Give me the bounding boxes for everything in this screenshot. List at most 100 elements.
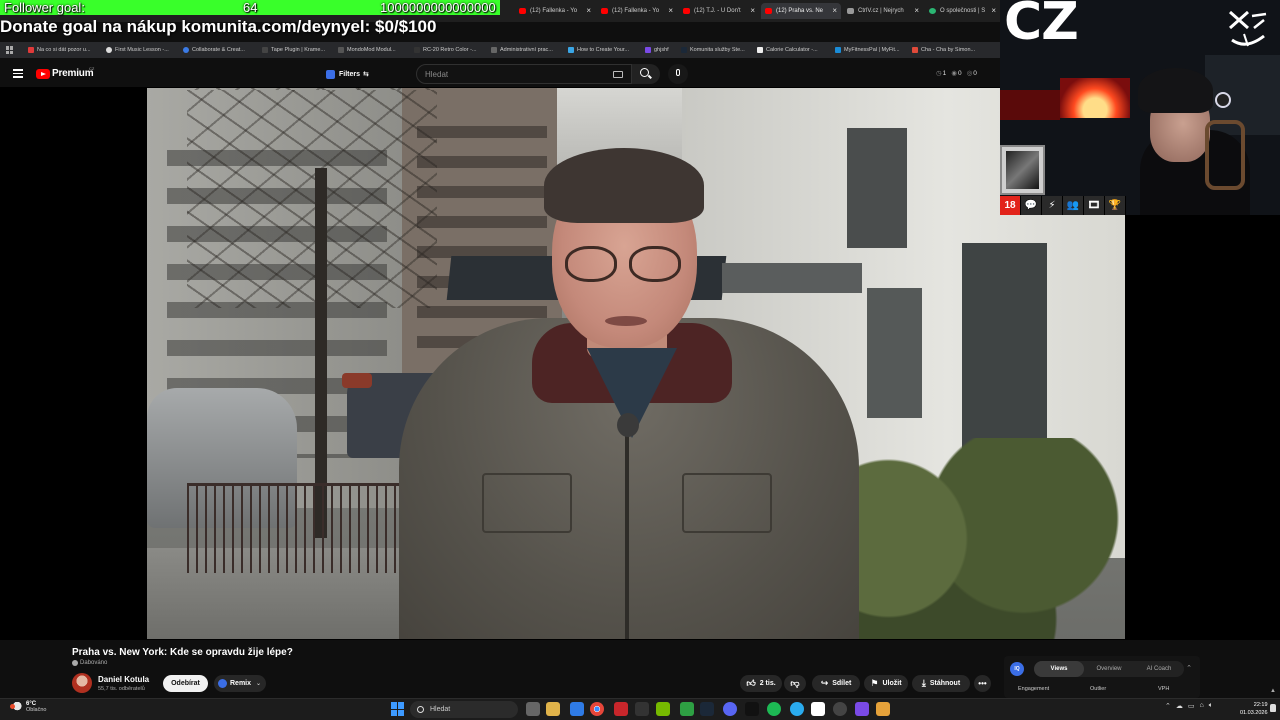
- taskbar-search[interactable]: Hledat: [410, 701, 518, 718]
- like-count: 2 tis.: [759, 680, 776, 687]
- channel-avatar[interactable]: [72, 673, 92, 693]
- glasses: [629, 246, 681, 282]
- browser-tab[interactable]: O společnosti | S ×: [925, 3, 1000, 19]
- bookmark-item[interactable]: Na co si dát pozor u...: [28, 45, 91, 55]
- jacket-pocket: [482, 473, 572, 533]
- notification-bell-icon[interactable]: [1270, 704, 1276, 712]
- discord-icon[interactable]: [723, 702, 737, 716]
- chevron-up-icon[interactable]: ⌃: [1165, 702, 1171, 710]
- clock[interactable]: 22:19 01.03.2026: [1240, 701, 1268, 717]
- bookmark-item[interactable]: Calorie Calculator -...: [757, 45, 818, 55]
- download-icon: ⤓: [921, 678, 926, 688]
- task-view-icon[interactable]: [526, 702, 540, 716]
- tiktok-icon[interactable]: [745, 702, 759, 716]
- bookmark-label: ghjshf: [654, 47, 669, 53]
- tree-branches: [187, 88, 437, 308]
- tab-label: O společnosti | S: [940, 8, 986, 14]
- chevron-up-icon[interactable]: ⌃: [1186, 664, 1192, 672]
- share-button[interactable]: ↪ Sdílet: [812, 675, 860, 692]
- bookmark-item[interactable]: First Music Lesson -...: [106, 45, 169, 55]
- app-icon[interactable]: [876, 702, 890, 716]
- youtube-logo-icon[interactable]: [36, 69, 50, 79]
- app-icon[interactable]: [635, 702, 649, 716]
- more-actions-button[interactable]: •••: [974, 675, 991, 692]
- save-label: Uložit: [882, 680, 902, 687]
- bookmark-item[interactable]: How to Create Your...: [568, 45, 629, 55]
- file-explorer-icon[interactable]: [546, 702, 560, 716]
- keyboard-icon[interactable]: [613, 71, 623, 78]
- browser-tab[interactable]: (12) Fallenka - Yo ×: [515, 3, 595, 19]
- bookmark-item[interactable]: Administrativní prac...: [491, 45, 553, 55]
- bookmark-item[interactable]: ghjshf: [645, 45, 669, 55]
- follower-goal-label: Follower goal:: [4, 0, 85, 15]
- bookmark-label: RC-20 Retro Color -...: [423, 47, 477, 53]
- youtube-icon: [683, 8, 690, 14]
- filters-button[interactable]: Filters ⇆: [326, 67, 369, 81]
- bookmark-item[interactable]: Cha - Cha by Simon...: [912, 45, 975, 55]
- apps-grid-icon[interactable]: [6, 46, 14, 54]
- vidiq-filter-icon: [326, 69, 335, 79]
- tab-label: (12) Fallenka - Yo: [612, 8, 660, 14]
- vidiq-tab-overview[interactable]: Overview: [1084, 661, 1134, 677]
- bookmark-icon: ⚑: [870, 678, 879, 688]
- dislike-button[interactable]: 👎︎: [784, 675, 806, 692]
- browser-tab[interactable]: (12) Fallenka - Yo ×: [597, 3, 677, 19]
- bookmark-icon: [568, 47, 574, 53]
- vidiq-tab-views[interactable]: Views: [1034, 661, 1084, 677]
- close-icon[interactable]: ×: [991, 6, 996, 15]
- volume-icon[interactable]: 🔈︎: [1209, 702, 1213, 710]
- bookmark-item[interactable]: Komunita služby Ste...: [681, 45, 745, 55]
- video-frame[interactable]: [147, 88, 1125, 639]
- youtube-logo-text[interactable]: Premium: [52, 68, 94, 79]
- browser-tab-active[interactable]: (12) Praha vs. Ne ×: [761, 3, 841, 19]
- vidiq-panel: IQ Views Overview AI Coach ⌃ Engagement …: [1004, 656, 1200, 698]
- app-icon[interactable]: [614, 702, 628, 716]
- store-icon[interactable]: [570, 702, 584, 716]
- battery-icon[interactable]: ▭: [1188, 702, 1195, 710]
- close-icon[interactable]: ×: [832, 6, 837, 15]
- channel-name[interactable]: Daniel Kotula: [98, 675, 149, 684]
- vidiq-tab-ai-coach[interactable]: AI Coach: [1134, 661, 1184, 677]
- save-button[interactable]: ⚑ Uložit: [864, 675, 908, 692]
- remix-button[interactable]: Remix ⌄: [214, 675, 266, 692]
- telegram-icon[interactable]: [790, 702, 804, 716]
- obs-icon[interactable]: [833, 702, 847, 716]
- menu-icon[interactable]: [13, 69, 23, 78]
- like-button[interactable]: 👍︎ 2 tis.: [740, 675, 782, 692]
- weather-widget[interactable]: 6°C Oblačno: [10, 701, 47, 713]
- metric-label: Engagement: [1018, 686, 1050, 692]
- taskbar-search-label: Hledat: [430, 706, 451, 713]
- subscribe-button[interactable]: Odebírat: [163, 675, 208, 692]
- close-icon[interactable]: ×: [668, 6, 673, 15]
- bookmark-label: Calorie Calculator -...: [766, 47, 818, 53]
- voice-search-button[interactable]: [668, 64, 688, 84]
- nvidia-icon[interactable]: [656, 702, 670, 716]
- bookmark-item[interactable]: MyFitnessPal | MyFit...: [835, 45, 900, 55]
- stat-item: ◷1: [936, 69, 946, 77]
- bookmark-icon: [28, 47, 34, 53]
- close-icon[interactable]: ×: [914, 6, 919, 15]
- app-icon[interactable]: [811, 702, 825, 716]
- bookmark-item[interactable]: Tape Plugin | Krame...: [262, 45, 325, 55]
- browser-tab[interactable]: CtrlV.cz | Nejrych ×: [843, 3, 923, 19]
- chrome-icon[interactable]: [590, 702, 604, 716]
- bookmark-item[interactable]: MondoMod Modul...: [338, 45, 396, 55]
- windows-start-icon[interactable]: [391, 702, 405, 716]
- browser-tab[interactable]: (12) T.J. - U Don't ×: [679, 3, 759, 19]
- clock-icon: ◷: [936, 70, 942, 77]
- search-input[interactable]: [425, 69, 605, 80]
- download-button[interactable]: ⤓ Stáhnout: [912, 675, 970, 692]
- spotify-icon[interactable]: [767, 702, 781, 716]
- xbox-icon[interactable]: [680, 702, 694, 716]
- search-button[interactable]: [632, 64, 660, 84]
- network-icon[interactable]: ⌂: [1200, 702, 1204, 710]
- scroll-caret-icon[interactable]: ▲: [1270, 688, 1276, 694]
- bookmark-item[interactable]: RC-20 Retro Color -...: [414, 45, 477, 55]
- app-icon[interactable]: [855, 702, 869, 716]
- close-icon[interactable]: ×: [750, 6, 755, 15]
- close-icon[interactable]: ×: [586, 6, 591, 15]
- cloud-icon[interactable]: ☁: [1176, 702, 1183, 710]
- window: [867, 288, 922, 418]
- steam-icon[interactable]: [700, 702, 714, 716]
- bookmark-item[interactable]: Collaborate & Creat...: [183, 45, 245, 55]
